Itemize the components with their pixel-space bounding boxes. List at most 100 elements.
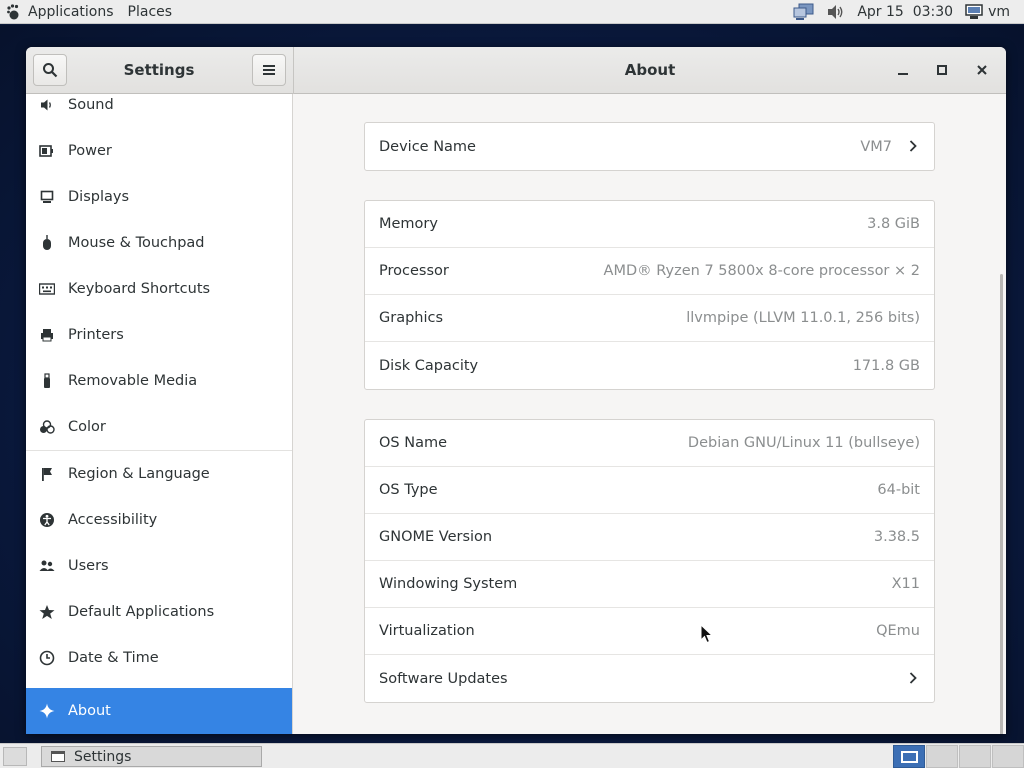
applications-menu[interactable]: Applications: [0, 0, 121, 23]
user-menu[interactable]: vm: [959, 0, 1016, 23]
color-icon: [39, 419, 55, 435]
close-icon: [977, 65, 987, 75]
row-value: X11: [891, 576, 920, 592]
row-value: 3.38.5: [873, 529, 920, 545]
places-menu[interactable]: Places: [121, 0, 180, 23]
taskbar-settings-task[interactable]: Settings: [41, 746, 262, 767]
minimize-icon: [898, 73, 908, 75]
computer-icon: [965, 3, 983, 19]
sidebar-item-color[interactable]: Color: [26, 404, 292, 450]
hardware-group: Memory 3.8 GiB Processor AMD® Ryzen 7 58…: [364, 200, 935, 390]
sidebar-item-label: Color: [68, 419, 106, 435]
sidebar-item-about[interactable]: About: [26, 688, 292, 734]
row-label: Virtualization: [379, 623, 475, 639]
battery-icon: [39, 143, 55, 159]
sidebar-item-label: Mouse & Touchpad: [68, 235, 205, 251]
row-label: Graphics: [379, 310, 444, 326]
maximize-button[interactable]: [930, 58, 954, 82]
sidebar-item-label: Accessibility: [68, 512, 158, 528]
places-label: Places: [127, 3, 173, 20]
usb-icon: [39, 373, 55, 389]
sidebar-item-label: Default Applications: [68, 604, 215, 620]
row-label: Disk Capacity: [379, 357, 479, 374]
windowing-system-row: Windowing System X11: [365, 561, 934, 608]
sidebar-item-removable-media[interactable]: Removable Media: [26, 358, 292, 404]
sidebar-item-users[interactable]: Users: [26, 543, 292, 589]
row-value: llvmpipe (LLVM 11.0.1, 256 bits): [686, 310, 920, 326]
workspace-1[interactable]: [893, 745, 925, 768]
sparkle-icon: [39, 703, 55, 719]
sidebar-item-date-time[interactable]: Date & Time: [26, 635, 292, 681]
disk-capacity-row: Disk Capacity 171.8 GB: [365, 342, 934, 389]
sidebar-item-region-language[interactable]: Region & Language: [26, 451, 292, 497]
applications-label: Applications: [28, 3, 114, 20]
maximize-icon: [937, 65, 947, 75]
device-group: Device Name VM7: [364, 122, 935, 171]
speaker-icon: [39, 97, 55, 113]
sidebar-item-keyboard[interactable]: Keyboard Shortcuts: [26, 266, 292, 312]
sidebar-item-label: Users: [68, 558, 109, 574]
top-panel: Applications Places Apr 15 03:30 vm: [0, 0, 1024, 24]
user-label: vm: [988, 3, 1010, 20]
sidebar-item-printers[interactable]: Printers: [26, 312, 292, 358]
headerbar: Settings About: [26, 47, 1006, 94]
row-label: Memory: [379, 216, 438, 232]
row-value: QEmu: [876, 623, 920, 639]
gnome-version-row: GNOME Version 3.38.5: [365, 514, 934, 561]
keyboard-icon: [39, 281, 55, 297]
workspace-3[interactable]: [959, 745, 991, 768]
row-label: OS Type: [379, 482, 438, 498]
software-group: OS Name Debian GNU/Linux 11 (bullseye) O…: [364, 419, 935, 703]
window-icon: [51, 751, 65, 762]
workspace-2[interactable]: [926, 745, 958, 768]
clock[interactable]: Apr 15 03:30: [851, 0, 959, 23]
star-icon: [39, 604, 55, 620]
close-button[interactable]: [970, 58, 994, 82]
sidebar-item-default-applications[interactable]: Default Applications: [26, 589, 292, 635]
scrollbar[interactable]: [1000, 274, 1003, 734]
network-icon[interactable]: [787, 0, 821, 23]
taskbar: Settings: [0, 743, 1024, 768]
device-name-row[interactable]: Device Name VM7: [365, 123, 934, 170]
sidebar-item-accessibility[interactable]: Accessibility: [26, 497, 292, 543]
menu-button[interactable]: [252, 54, 286, 86]
sidebar-title: Settings: [123, 61, 195, 79]
row-label: Windowing System: [379, 576, 518, 592]
accessibility-icon: [39, 512, 55, 528]
processor-row: Processor AMD® Ryzen 7 5800x 8-core proc…: [365, 248, 934, 295]
sidebar-item-sound[interactable]: Sound: [26, 94, 292, 128]
row-value: 3.8 GiB: [867, 216, 920, 232]
sidebar-item-label: Region & Language: [68, 466, 210, 482]
sidebar-item-label: Date & Time: [68, 650, 159, 666]
clock-text: Apr 15 03:30: [857, 3, 954, 20]
clock-icon: [39, 650, 55, 666]
chevron-right-icon: [909, 672, 917, 684]
volume-icon[interactable]: [821, 0, 851, 23]
settings-window: Settings About Sound Power Displays Mous…: [26, 47, 1006, 734]
about-content: Device Name VM7 Memory 3.8 GiB Processor…: [294, 94, 1006, 734]
row-label: Processor: [379, 263, 449, 279]
sidebar: Sound Power Displays Mouse & Touchpad Ke…: [26, 94, 293, 734]
minimize-button[interactable]: [891, 58, 915, 82]
row-value: 64-bit: [877, 482, 920, 498]
task-label: Settings: [74, 748, 132, 765]
software-updates-row[interactable]: Software Updates: [365, 655, 934, 702]
printer-icon: [39, 327, 55, 343]
row-label: Device Name: [379, 138, 476, 155]
sidebar-item-displays[interactable]: Displays: [26, 174, 292, 220]
row-label: GNOME Version: [379, 529, 493, 545]
row-label: OS Name: [379, 435, 448, 451]
sidebar-item-label: Power: [68, 143, 112, 159]
row-value: VM7: [860, 138, 892, 155]
sidebar-item-power[interactable]: Power: [26, 128, 292, 174]
sidebar-item-label: About: [68, 703, 111, 719]
sidebar-item-mouse[interactable]: Mouse & Touchpad: [26, 220, 292, 266]
sidebar-item-label: Sound: [68, 97, 114, 113]
search-button[interactable]: [33, 54, 67, 86]
show-desktop-button[interactable]: [3, 747, 27, 766]
hamburger-icon: [263, 65, 275, 75]
search-icon: [43, 63, 58, 78]
workspace-4[interactable]: [992, 745, 1024, 768]
window-outline-icon: [901, 751, 918, 763]
display-icon: [39, 189, 55, 205]
